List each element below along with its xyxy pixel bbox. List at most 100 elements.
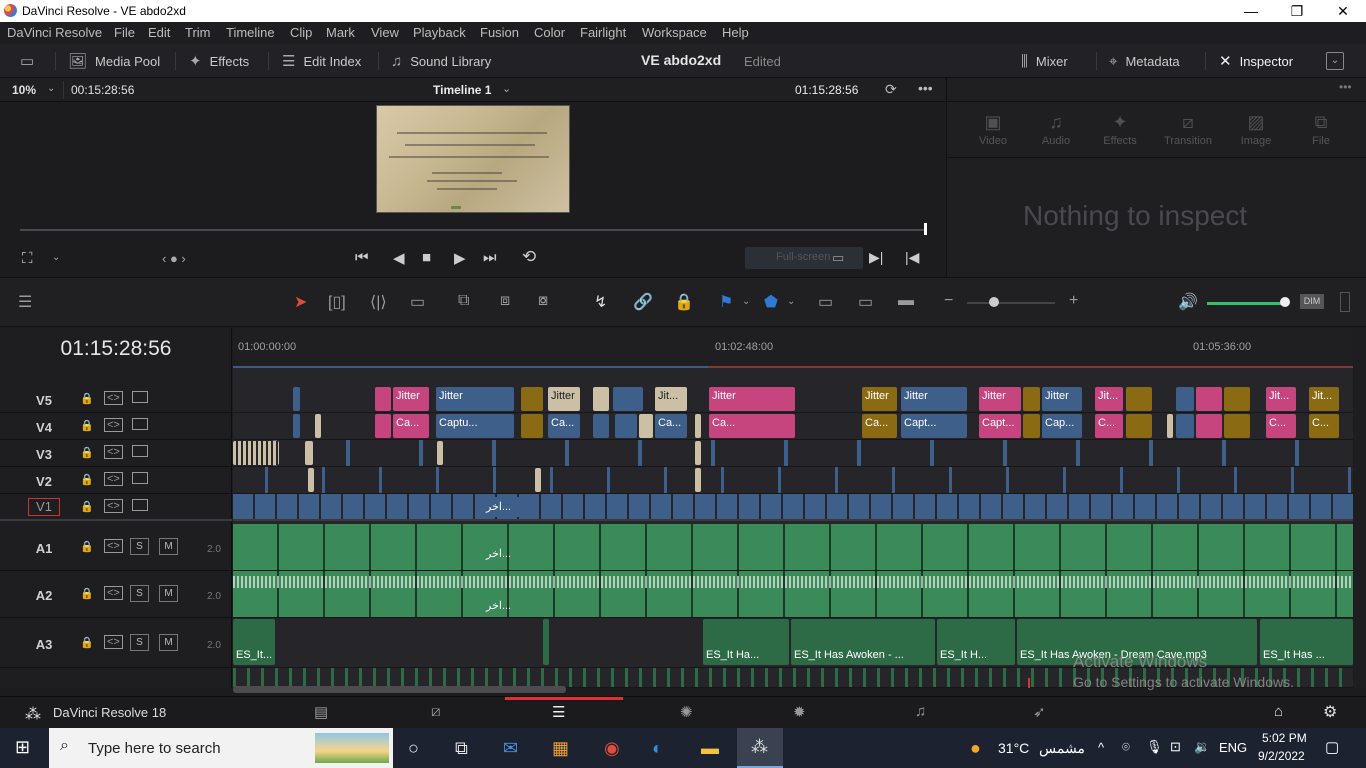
timeline-clip[interactable] — [1126, 414, 1152, 438]
microphone-icon[interactable]: 🎙 — [1146, 739, 1163, 755]
timeline-clip[interactable]: Jit... — [1266, 387, 1296, 411]
timeline-clip[interactable] — [535, 468, 541, 492]
menu-workspace[interactable]: Workspace — [642, 25, 707, 40]
timeline-clip[interactable]: Jit... — [1309, 387, 1339, 411]
lock-icon[interactable]: 🔒 — [80, 446, 94, 459]
menu-clip[interactable]: Clip — [290, 25, 312, 40]
play-reverse-icon[interactable]: ◀ — [393, 249, 405, 267]
tab-transition[interactable]: ⧄ Transition — [1158, 112, 1218, 147]
stop-icon[interactable]: ■ — [422, 249, 431, 266]
timeline-clip[interactable] — [1196, 387, 1222, 411]
speaker-icon[interactable]: 🔊 — [1178, 292, 1198, 312]
timeline-clip[interactable]: Cap... — [1042, 414, 1082, 438]
tab-file[interactable]: ⧉ File — [1291, 112, 1351, 147]
chevron-down-icon[interactable]: ⌄ — [52, 252, 60, 263]
timeline-clip[interactable]: Ca... — [862, 414, 897, 438]
tab-image[interactable]: ▨ Image — [1226, 112, 1286, 147]
timeline-clip[interactable] — [593, 414, 609, 438]
more-options-icon[interactable]: ••• — [918, 80, 933, 96]
more-options-icon[interactable]: ••• — [1339, 80, 1352, 94]
timeline-clip[interactable] — [615, 414, 637, 438]
go-to-start-icon[interactable]: ⏮ — [355, 249, 369, 266]
sync-icon[interactable]: ⟳ — [885, 81, 897, 98]
meter-toggle[interactable] — [1340, 292, 1350, 312]
effects-button[interactable]: ✦ Effects — [189, 44, 249, 78]
horizontal-scrollbar[interactable] — [233, 686, 566, 693]
meet-now-icon[interactable]: ⌾ — [1122, 739, 1130, 755]
linked-selection-icon[interactable]: 🔗 — [633, 292, 653, 312]
volume-icon[interactable]: 🔉 — [1194, 739, 1210, 755]
chevron-down-icon[interactable]: ⌄ — [47, 83, 55, 94]
auto-track-icon[interactable]: <> — [104, 539, 123, 553]
track-visibility-icon[interactable] — [132, 499, 148, 511]
timeline-clip[interactable]: Ca... — [393, 414, 429, 438]
chevron-down-icon[interactable]: ⌄ — [742, 296, 750, 307]
volume-slider[interactable] — [1207, 302, 1289, 305]
menu-mark[interactable]: Mark — [326, 25, 355, 40]
network-icon[interactable]: ⊡ — [1170, 739, 1181, 755]
mute-button[interactable]: M — [159, 585, 178, 602]
zoom-full-icon[interactable]: ▭ — [818, 292, 833, 312]
track-visibility-icon[interactable] — [132, 418, 148, 430]
solo-button[interactable]: S — [130, 585, 149, 602]
timeline-clip[interactable]: C... — [1309, 414, 1339, 438]
maximize-button[interactable]: ❐ — [1274, 0, 1320, 22]
track-visibility-icon[interactable] — [132, 472, 148, 484]
deliver-page-icon[interactable]: ➶ — [1033, 703, 1046, 721]
home-icon[interactable]: ⌂ — [1274, 703, 1283, 720]
menu-playback[interactable]: Playback — [413, 25, 466, 40]
timeline-clip[interactable] — [1176, 414, 1194, 438]
lock-icon[interactable]: 🔒 — [80, 392, 94, 405]
menu-trim[interactable]: Trim — [185, 25, 211, 40]
tab-audio[interactable]: ♫ Audio — [1026, 112, 1086, 147]
settings-gear-icon[interactable]: ⚙ — [1323, 702, 1337, 722]
zoom-custom-icon[interactable]: ▬ — [898, 292, 914, 310]
media-pool-button[interactable]: 🖼 Media Pool — [68, 44, 160, 78]
inspector-button[interactable]: ✕ Inspector — [1219, 44, 1293, 78]
file-explorer-icon[interactable]: ▬ — [701, 738, 719, 759]
overwrite-clip-icon[interactable]: ⧈ — [500, 292, 510, 310]
timeline-clip[interactable]: Jitter — [436, 387, 514, 411]
timeline-clip[interactable] — [293, 414, 300, 438]
dynamic-trim-icon[interactable]: ⟨|⟩ — [370, 292, 387, 312]
timeline-clip[interactable]: Capt... — [901, 414, 967, 438]
vertical-scrollbar[interactable] — [1354, 328, 1366, 688]
loop-icon[interactable]: ⟲ — [522, 247, 536, 267]
timeline-view-options-icon[interactable]: ☰ — [18, 292, 32, 312]
timeline-clip[interactable]: ES_It Ha... — [703, 619, 789, 665]
insert-clip-icon[interactable]: ⧉ — [458, 292, 469, 310]
auto-track-icon[interactable]: <> — [104, 635, 123, 649]
menu-fusion[interactable]: Fusion — [480, 25, 519, 40]
go-to-end-icon[interactable]: ⏭ — [483, 249, 497, 266]
solo-button[interactable]: S — [130, 538, 149, 555]
mixer-button[interactable]: ⫼ Mixer — [1021, 44, 1068, 78]
menu-timeline[interactable]: Timeline — [226, 25, 275, 40]
timeline-clip[interactable]: Ca... — [709, 414, 795, 438]
store-icon[interactable]: ▦ — [552, 738, 569, 759]
menu-davinci[interactable]: DaVinci Resolve — [7, 25, 102, 40]
auto-track-icon[interactable]: <> — [104, 472, 123, 486]
zoom-slider-handle[interactable] — [989, 297, 999, 307]
timeline-clip[interactable] — [1224, 387, 1250, 411]
notifications-icon[interactable]: ▢ — [1325, 738, 1339, 756]
timeline-clip[interactable] — [1023, 387, 1040, 411]
menu-edit[interactable]: Edit — [148, 25, 170, 40]
chevron-down-icon[interactable]: ⌄ — [787, 296, 795, 307]
volume-slider-handle[interactable] — [1280, 297, 1290, 307]
timeline-clip[interactable]: C... — [1095, 414, 1123, 438]
chevron-down-icon[interactable]: ⌄ — [502, 82, 511, 95]
scrub-bar[interactable] — [20, 229, 926, 231]
taskbar-search-box[interactable]: ⌕ Type here to search — [49, 728, 393, 768]
davinci-taskbar-button[interactable]: ⁂ — [737, 728, 783, 768]
minimize-button[interactable]: — — [1228, 0, 1274, 22]
timeline-clip[interactable] — [315, 414, 321, 438]
dim-button[interactable]: DIM — [1300, 294, 1324, 309]
timeline-clip[interactable] — [593, 387, 609, 411]
timeline-clip[interactable] — [1224, 414, 1250, 438]
playhead-marker[interactable] — [924, 223, 927, 235]
timeline-area[interactable]: 01:00:00:00 01:02:48:00 01:05:36:00 Jitt… — [233, 328, 1353, 688]
fusion-page-icon[interactable]: ✺ — [680, 703, 693, 721]
track-visibility-icon[interactable] — [132, 391, 148, 403]
selection-tool-icon[interactable]: ➤ — [294, 292, 307, 312]
timeline-clip[interactable]: اخر... — [483, 596, 523, 616]
